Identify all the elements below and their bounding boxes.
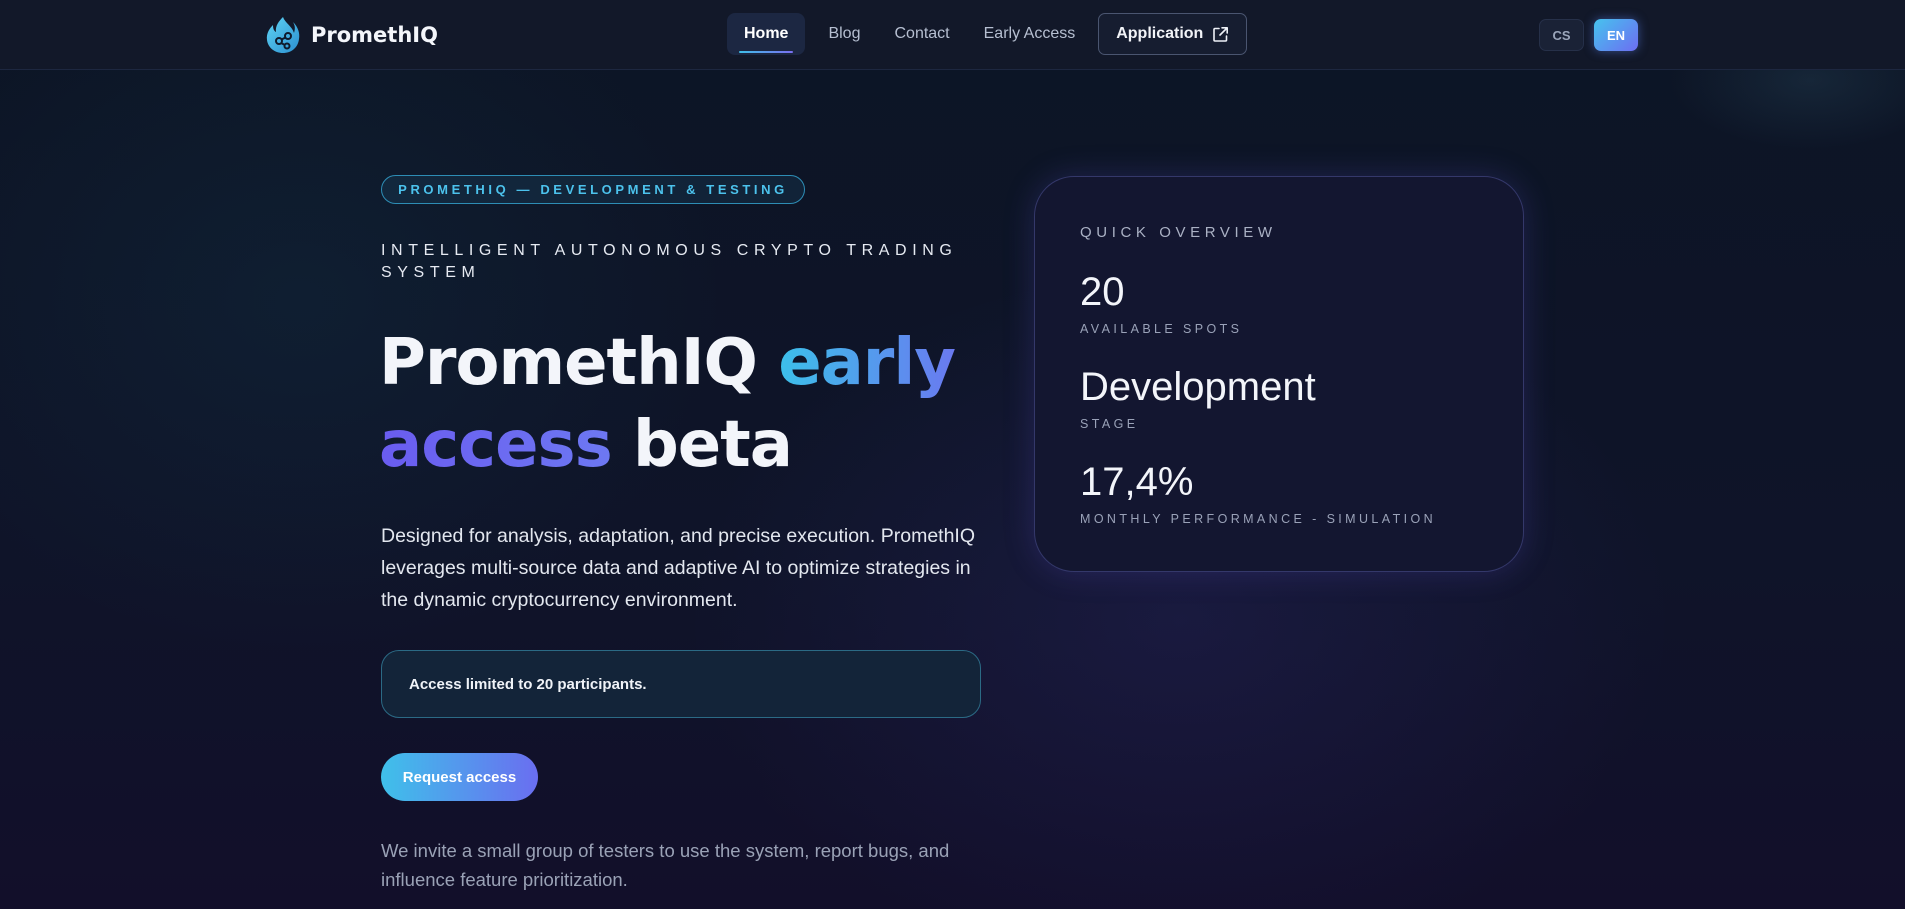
brand-logo[interactable]: PromethIQ bbox=[265, 15, 438, 55]
stage-label: STAGE bbox=[1080, 417, 1139, 431]
available-spots-value: 20 bbox=[1080, 270, 1125, 314]
main-menu: Home Blog Contact Early Access Applicati… bbox=[727, 13, 1248, 55]
external-link-icon bbox=[1213, 26, 1229, 42]
hero-badge: PROMETHIQ — DEVELOPMENT & TESTING bbox=[381, 175, 805, 204]
language-cs-button[interactable]: CS bbox=[1539, 19, 1584, 51]
quick-overview-card: QUICK OVERVIEW 20 AVAILABLE SPOTS Develo… bbox=[1034, 176, 1524, 572]
available-spots-label: AVAILABLE SPOTS bbox=[1080, 322, 1243, 336]
application-label: Application bbox=[1116, 25, 1204, 42]
nav-home-link[interactable]: Home bbox=[727, 13, 806, 55]
monthly-performance-value: 17,4% bbox=[1080, 460, 1194, 504]
nav-blog-link[interactable]: Blog bbox=[811, 13, 877, 55]
top-navigation: PromethIQ Home Blog Contact Early Access… bbox=[0, 0, 1905, 70]
nav-early-access-link[interactable]: Early Access bbox=[967, 13, 1093, 55]
hero-description: Designed for analysis, adaptation, and p… bbox=[381, 525, 976, 611]
headline-brand: PromethIQ bbox=[379, 326, 779, 400]
brand-name: PromethIQ bbox=[311, 23, 438, 47]
headline-access: access bbox=[379, 408, 613, 482]
hero-headline: PromethIQ early access beta bbox=[379, 322, 999, 486]
flame-logo-icon bbox=[266, 17, 300, 53]
background-glow bbox=[1610, 60, 1905, 180]
monthly-performance-label: MONTHLY PERFORMANCE - SIMULATION bbox=[1080, 512, 1437, 526]
invite-text: We invite a small group of testers to us… bbox=[381, 840, 950, 890]
hero-subtitle: INTELLIGENT AUTONOMOUS CRYPTO TRADING SY… bbox=[381, 242, 958, 281]
request-access-button[interactable]: Request access bbox=[381, 753, 538, 801]
application-button[interactable]: Application bbox=[1098, 13, 1248, 55]
headline-beta: beta bbox=[611, 408, 793, 482]
access-notice: Access limited to 20 participants. bbox=[381, 650, 981, 718]
headline-early: early bbox=[778, 326, 956, 400]
language-en-button[interactable]: EN bbox=[1594, 19, 1638, 51]
stage-value: Development bbox=[1080, 365, 1316, 409]
overview-title: QUICK OVERVIEW bbox=[1080, 224, 1277, 241]
nav-contact-link[interactable]: Contact bbox=[877, 13, 966, 55]
